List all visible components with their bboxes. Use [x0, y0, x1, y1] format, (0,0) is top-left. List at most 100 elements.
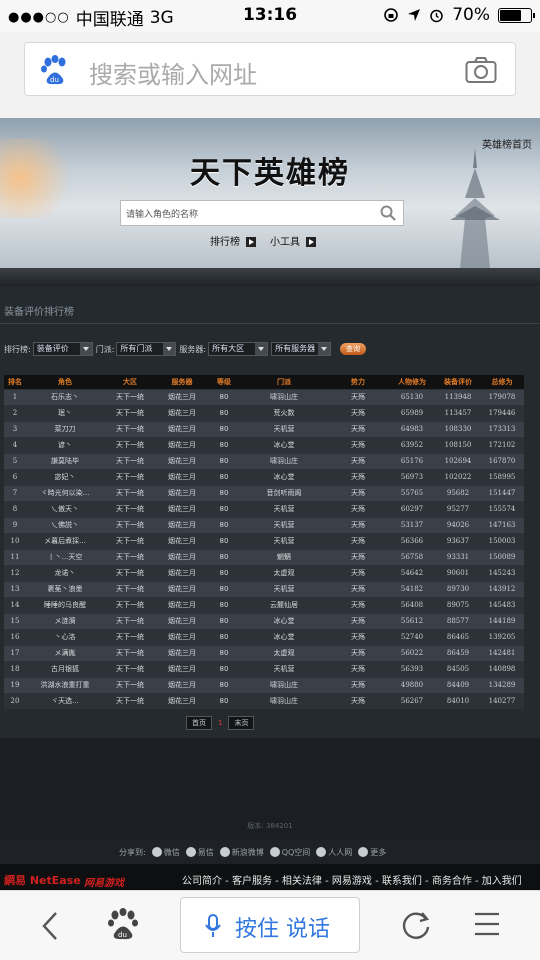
table-row[interactable]: 13 裹莬丶浪墨 天下一统 烟花三月 80 天机营 天殇 54182 89730 143912: [4, 580, 524, 597]
back-icon[interactable]: [38, 911, 64, 941]
share-renren[interactable]: 人人网: [316, 847, 352, 858]
table-cell: 56366: [388, 532, 436, 549]
share-yixin[interactable]: 易信: [185, 847, 214, 858]
table-row[interactable]: 3 菜刀刀 天下一统 烟花三月 80 天机营 天殇 64983 108330 173313: [4, 420, 524, 437]
table-cell: 52740: [388, 628, 436, 645]
share-weibo-label: 新浪微博: [231, 847, 264, 857]
table-row[interactable]: 9 乀佛説丶 天下一统 烟花三月 80 天机营 天殇 53137 94026 147163: [4, 516, 524, 533]
table-cell: 84409: [436, 676, 480, 693]
table-cell[interactable]: 丶心洛: [26, 628, 104, 645]
rank-type-select[interactable]: 装备评价: [32, 342, 93, 356]
table-cell[interactable]: 丨丶...天空: [26, 548, 104, 565]
table-cell[interactable]: メ满胤: [26, 644, 104, 661]
table-cell: 94026: [436, 516, 480, 533]
refresh-icon[interactable]: [400, 909, 432, 941]
table-cell: 烟花三月: [156, 564, 208, 581]
table-row[interactable]: 18 古月银狐 天下一统 烟花三月 80 天机营 天殇 56393 84505 140898: [4, 660, 524, 677]
table-cell[interactable]: 龙诺丶: [26, 564, 104, 581]
table-cell: 80: [208, 612, 240, 629]
table-row[interactable]: 17 メ满胤 天下一统 烟花三月 80 太虚观 天殇 56022 86459 142481: [4, 644, 524, 661]
sect-select[interactable]: 所有门派: [116, 342, 177, 356]
camera-icon[interactable]: [465, 56, 497, 84]
table-cell: 6: [4, 468, 26, 485]
tools-link[interactable]: 小工具: [270, 237, 300, 248]
menu-icon[interactable]: [474, 911, 500, 937]
browser-search-input[interactable]: du 搜索或输入网址: [24, 42, 516, 96]
table-cell[interactable]: メ涟漪: [26, 612, 104, 629]
table-row[interactable]: 5 謙莫陆毕 天下一统 烟花三月 80 啸羽山庄 天殇 65176 102694 167870: [4, 452, 524, 469]
table-row[interactable]: 8 乀傲天丶 天下一统 烟花三月 80 天机营 天殇 60297 95277 155574: [4, 500, 524, 517]
alarm-icon: [430, 9, 443, 22]
first-page-button[interactable]: 首页: [186, 716, 212, 730]
table-cell[interactable]: 菜刀刀: [26, 420, 104, 437]
table-cell[interactable]: 謙莫陆毕: [26, 452, 104, 469]
table-cell[interactable]: 裹莬丶浪墨: [26, 580, 104, 597]
table-row[interactable]: 6 宓妃丶 天下一统 烟花三月 80 冰心堂 天殇 56973 102022 158995: [4, 468, 524, 485]
column-header: 总修为: [480, 375, 524, 389]
table-cell[interactable]: 乀傲天丶: [26, 500, 104, 517]
table-row[interactable]: 2 珉丶 天下一统 烟花三月 80 荒火数 天殇 65989 113457 179446: [4, 404, 524, 421]
table-row[interactable]: 1 石乐志丶 天下一统 烟花三月 80 啸羽山庄 天殇 65130 113948 179078: [4, 388, 524, 405]
table-cell[interactable]: 石乐志丶: [26, 388, 104, 405]
table-cell[interactable]: 珉丶: [26, 404, 104, 421]
query-button[interactable]: 查询: [340, 343, 366, 355]
table-cell: 13: [4, 580, 26, 597]
table-cell[interactable]: 睡睡的马良醒: [26, 596, 104, 613]
table-cell: 10: [4, 532, 26, 549]
wechat-icon: [151, 847, 162, 857]
table-cell: 烟花三月: [156, 500, 208, 517]
table-cell: 啸羽山庄: [240, 452, 328, 469]
chevron-down-icon: [79, 343, 92, 355]
share-wechat[interactable]: 微信: [151, 847, 180, 858]
baidu-home-icon[interactable]: du: [106, 907, 140, 941]
table-cell[interactable]: 洪湖水浪重打重: [26, 676, 104, 693]
last-page-button[interactable]: 末页: [228, 716, 255, 730]
table-cell[interactable]: 乀佛説丶: [26, 516, 104, 533]
voice-input-button[interactable]: 按住 说话: [180, 897, 360, 953]
table-cell: 太虚观: [240, 564, 328, 581]
table-row[interactable]: 7 ヾ時光何以染... 天下一统 烟花三月 80 音剑听雨阁 天殇 55765 95682 151…: [4, 484, 524, 501]
table-cell: 烟花三月: [156, 484, 208, 501]
table-cell: 90601: [436, 564, 480, 581]
table-cell: 56022: [388, 644, 436, 661]
svg-text:du: du: [118, 931, 127, 939]
page-banner: 英雄榜首页 天下英雄榜 请输入角色的名称 排行榜 小工具: [0, 118, 540, 268]
table-cell: 天下一统: [104, 628, 156, 645]
table-row[interactable]: 19 洪湖水浪重打重 天下一统 烟花三月 80 啸羽山庄 天殇 49880 84409 13428…: [4, 676, 524, 693]
table-cell[interactable]: メ暮后煮採...: [26, 532, 104, 549]
table-row[interactable]: 4 谚丶 天下一统 烟花三月 80 冰心堂 天殇 63952 108150 172102: [4, 436, 524, 453]
search-icon[interactable]: [379, 204, 397, 222]
footer-links[interactable]: 公司简介 - 客户服务 - 相关法律 - 网易游戏 - 联系我们 - 商务合作 …: [182, 872, 522, 887]
table-row[interactable]: 20 ヾ天选... 天下一统 烟花三月 80 啸羽山庄 天殇 56267 84010 140277: [4, 692, 524, 709]
table-row[interactable]: 14 睡睡的马良醒 天下一统 烟花三月 80 云麓仙居 天殇 56408 89075 145483: [4, 596, 524, 613]
share-weibo[interactable]: 新浪微博: [219, 847, 264, 858]
table-cell: 天下一统: [104, 676, 156, 693]
table-cell[interactable]: 古月银狐: [26, 660, 104, 677]
table-cell[interactable]: 谚丶: [26, 436, 104, 453]
ranking-link[interactable]: 排行榜: [210, 237, 240, 248]
share-more[interactable]: 更多: [358, 847, 386, 858]
table-cell[interactable]: ヾ天选...: [26, 692, 104, 709]
share-qzone[interactable]: QQ空间: [269, 847, 310, 858]
battery-icon: [498, 7, 535, 23]
table-row[interactable]: 12 龙诺丶 天下一统 烟花三月 80 太虚观 天殇 54642 90601 145243: [4, 564, 524, 581]
table-cell: 天下一统: [104, 596, 156, 613]
table-cell: 烟花三月: [156, 596, 208, 613]
netease-logo: 網易 NetEase: [4, 874, 81, 887]
table-cell: 冰心堂: [240, 612, 328, 629]
table-row[interactable]: 11 丨丶...天空 天下一统 烟花三月 80 魍魉 天殇 56758 93331 150089: [4, 548, 524, 565]
column-header: 等级: [208, 375, 240, 389]
table-cell: 80: [208, 484, 240, 501]
browser-topbar: du 搜索或输入网址: [0, 32, 540, 118]
table-cell[interactable]: 宓妃丶: [26, 468, 104, 485]
table-row[interactable]: 10 メ暮后煮採... 天下一统 烟花三月 80 天机营 天殇 56366 93637 15000…: [4, 532, 524, 549]
browser-toolbar: du 按住 说话: [0, 890, 540, 960]
table-cell: 108330: [436, 420, 480, 437]
table-cell: 167870: [480, 452, 524, 469]
table-row[interactable]: 15 メ涟漪 天下一统 烟花三月 80 冰心堂 天殇 55612 88577 144189: [4, 612, 524, 629]
table-cell[interactable]: ヾ時光何以染...: [26, 484, 104, 501]
region-select[interactable]: 所有大区: [208, 342, 269, 356]
character-search-input[interactable]: 请输入角色的名称: [120, 200, 404, 226]
table-row[interactable]: 16 丶心洛 天下一统 烟花三月 80 冰心堂 天殇 52740 86465 139205: [4, 628, 524, 645]
server-select[interactable]: 所有服务器: [271, 342, 332, 356]
